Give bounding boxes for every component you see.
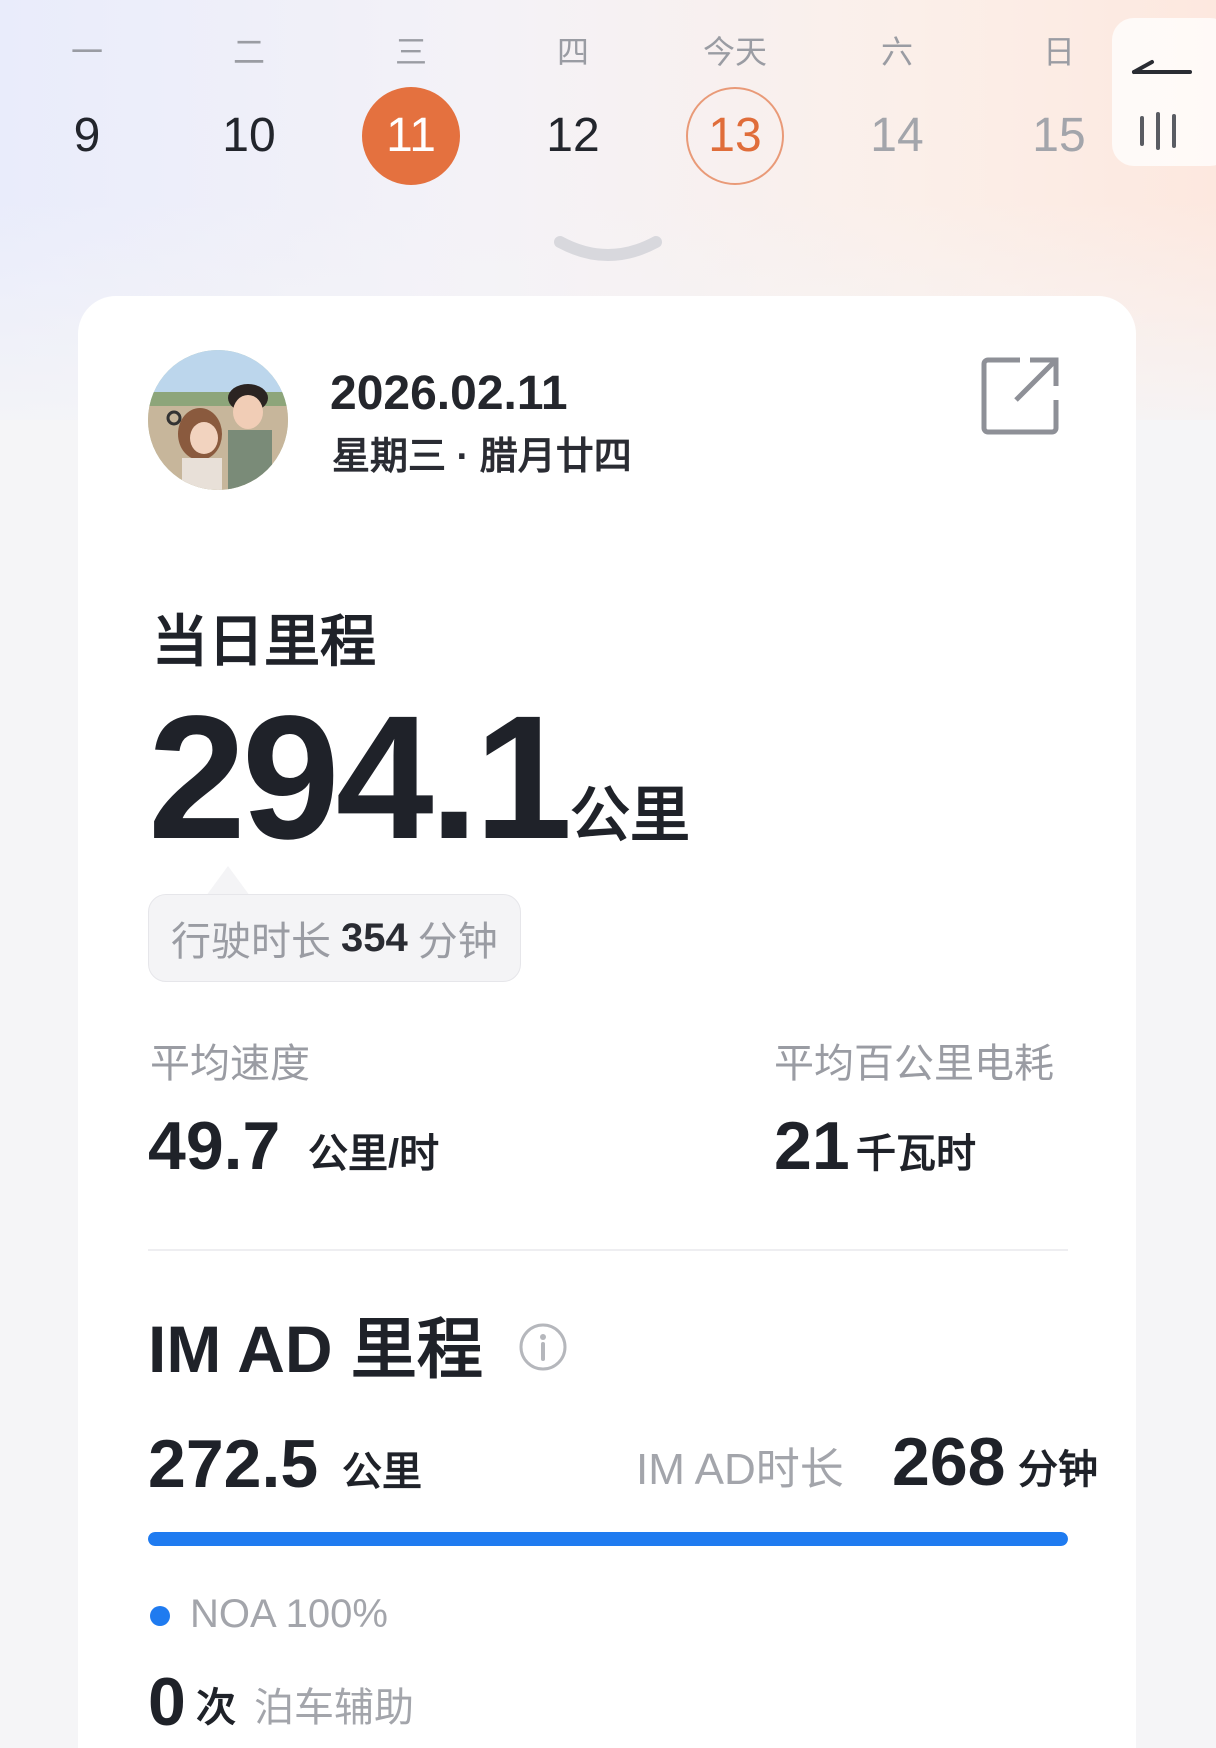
avatar[interactable]	[148, 350, 288, 490]
im-ad-duration-unit: 分钟	[1018, 1448, 1098, 1492]
im-ad-duration-label: IM AD时长	[636, 1445, 844, 1494]
date-number: 15	[1032, 109, 1086, 162]
parking-assist-count: 0	[148, 1664, 186, 1740]
avg-speed-label: 平均速度	[150, 1042, 310, 1086]
noa-progress-fill	[148, 1532, 1068, 1546]
date-circle: 14	[848, 87, 946, 185]
bubble-tail	[206, 866, 250, 896]
weekday-label: 三	[394, 34, 427, 70]
weekday-label: 四	[556, 34, 589, 70]
date-circle: 11	[362, 87, 460, 185]
trip-summary-card	[78, 296, 1136, 1748]
parking-assist-label: 泊车辅助	[254, 1686, 414, 1730]
drive-time-unit: 分钟	[417, 920, 498, 964]
im-ad-mileage-value: 272.5	[148, 1426, 319, 1502]
noa-legend-dot	[150, 1606, 170, 1626]
day-15[interactable]: 日 15	[999, 30, 1119, 200]
weekday-label: 今天	[702, 34, 767, 70]
noa-legend-text: NOA 100%	[190, 1592, 388, 1636]
weekday-label: 二	[232, 34, 265, 70]
day-12[interactable]: 四 12	[513, 30, 633, 200]
trip-weekday-lunar: 星期三 · 腊月廿四	[332, 436, 632, 478]
date-circle: 15	[1010, 87, 1108, 185]
date-circle: 9	[38, 87, 136, 185]
noa-progress-bar	[148, 1532, 1068, 1546]
day-11[interactable]: 三 11	[351, 30, 471, 200]
day-10[interactable]: 二 10	[189, 30, 309, 200]
trip-date: 2026.02.11	[330, 367, 568, 420]
info-icon[interactable]	[518, 1322, 568, 1372]
avg-speed-unit: 公里/时	[308, 1132, 440, 1176]
weekday-label: 六	[880, 34, 913, 70]
consumption-unit: 千瓦时	[856, 1132, 976, 1176]
date-number: 11	[386, 109, 436, 162]
expand-chevron-icon[interactable]	[552, 234, 664, 268]
drive-time-label: 行驶时长	[171, 920, 331, 964]
drive-time-bubble: 行驶时长 354 分钟	[148, 894, 521, 982]
day-9[interactable]: 一9	[27, 30, 147, 200]
drive-time-value: 354	[341, 915, 408, 960]
im-ad-duration-value: 268	[892, 1424, 1006, 1500]
im-ad-mileage-unit: 公里	[342, 1450, 422, 1494]
weekday-label: 一	[70, 34, 103, 70]
date-number: 9	[73, 109, 101, 162]
day-13[interactable]: 今天 13	[675, 30, 795, 200]
day-14[interactable]: 六 14	[837, 30, 957, 200]
week-strip: 一 9 二 10 三 11 四 12 今天 13 六 14 日 15	[0, 0, 1110, 200]
daily-mileage-title: 当日里程	[152, 610, 376, 673]
section-divider	[148, 1249, 1068, 1251]
consumption-label: 平均百公里电耗	[774, 1042, 1054, 1086]
im-ad-title: IM AD 里程	[148, 1312, 483, 1386]
avg-speed-value: 49.7	[148, 1108, 281, 1184]
share-icon[interactable]	[980, 356, 1060, 436]
date-number: 14	[870, 109, 924, 162]
weekday-label: 日	[1042, 34, 1075, 70]
calendar-icon	[1132, 60, 1192, 150]
daily-mileage-unit: 公里	[570, 782, 690, 849]
date-circle: 12	[524, 87, 622, 185]
date-number: 10	[222, 109, 276, 162]
calendar-button[interactable]	[1112, 18, 1216, 166]
parking-assist-unit: 次	[196, 1686, 236, 1730]
date-circle: 13	[686, 87, 784, 185]
date-circle: 10	[200, 87, 298, 185]
daily-mileage-value: 294.1	[148, 680, 572, 876]
date-number: 13	[708, 109, 762, 162]
consumption-value: 21	[774, 1108, 850, 1184]
date-number: 12	[546, 109, 600, 162]
